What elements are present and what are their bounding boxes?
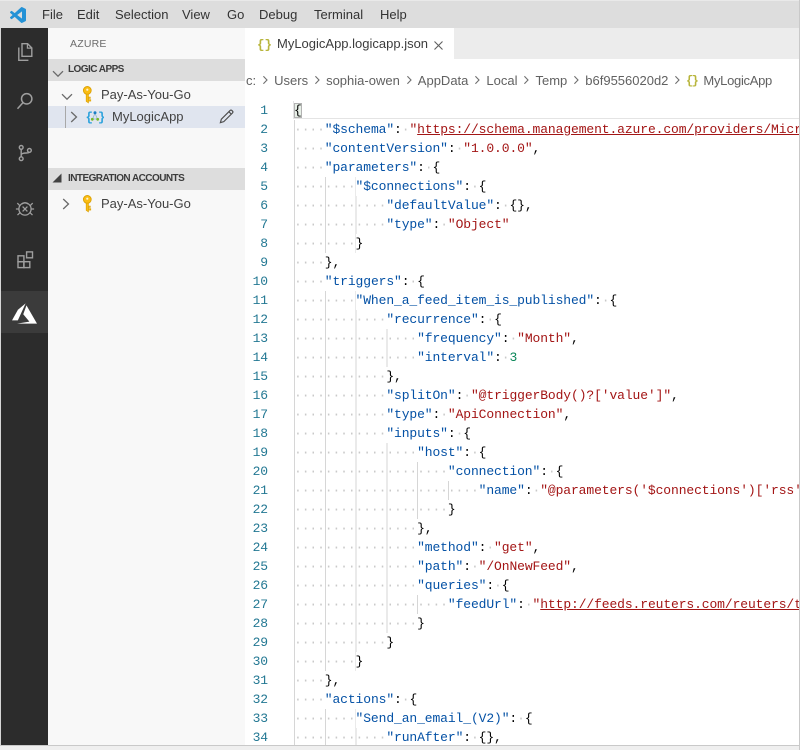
svg-text:}: }: [98, 111, 104, 124]
svg-text:}: }: [692, 74, 698, 87]
svg-text:{: {: [257, 39, 265, 53]
svg-text:{: {: [86, 111, 93, 124]
svg-text:}: }: [265, 39, 273, 53]
